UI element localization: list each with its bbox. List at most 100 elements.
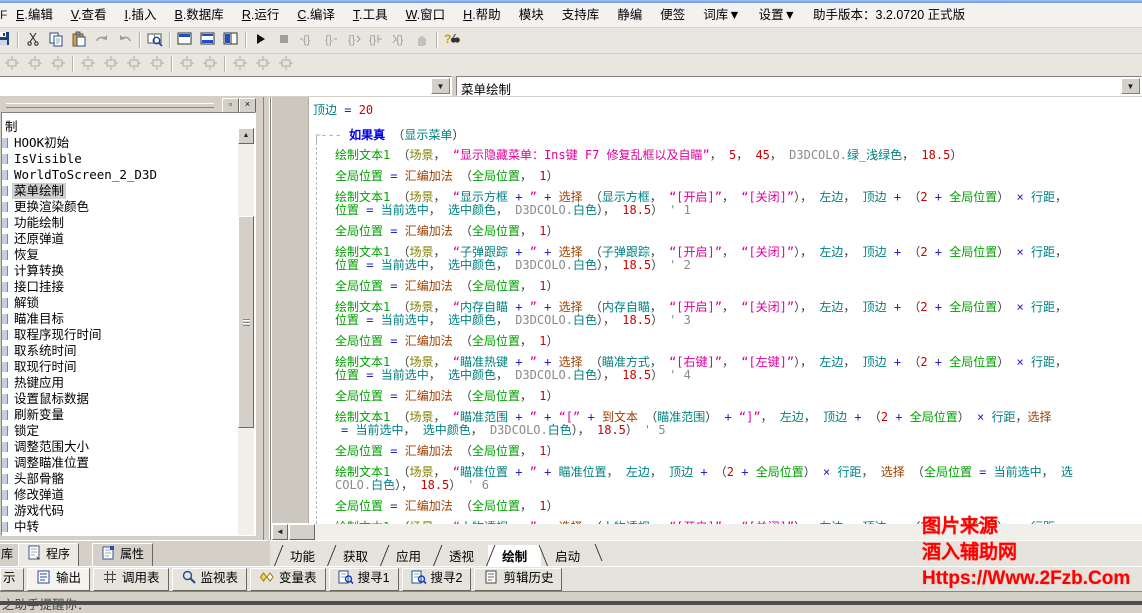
editor-tab-2[interactable]: 获取 [329, 545, 382, 567]
toolbar-button-step-over-icon[interactable]: {} [318, 30, 341, 52]
menu-item-9[interactable]: H.帮助 [454, 3, 510, 27]
editor-tab-3[interactable]: 应用 [382, 545, 435, 567]
toolbar-button-find-in-book-icon[interactable] [143, 30, 166, 52]
tree-item[interactable]: 取程序现行时间 [2, 327, 239, 343]
menu-item-12[interactable]: 静编 [608, 3, 651, 27]
tree-item[interactable]: 更换渲染颜色 [2, 199, 239, 215]
toolbar-button-layout-grid-icon[interactable] [219, 30, 242, 52]
tree-item[interactable]: 头部骨骼 [2, 471, 239, 487]
bottom-button-clipped[interactable]: 示 [0, 568, 24, 591]
tree-item[interactable]: 中转 [2, 519, 239, 535]
tree-scrollbar[interactable]: ▲ ▼ [238, 128, 254, 536]
menu-item-11[interactable]: 支持库 [553, 3, 609, 27]
bottom-button-5[interactable]: 搜寻1 [329, 568, 399, 591]
toolbar-button-equal-size-icon[interactable] [46, 54, 69, 76]
float-panel-button[interactable]: ▫ [222, 98, 239, 113]
toolbar-button-layout-bottom-icon[interactable] [196, 30, 219, 52]
tree-item[interactable]: 设置鼠标数据 [2, 391, 239, 407]
panel-header[interactable]: ▫ × [0, 97, 263, 111]
tree-item[interactable]: IsVisible [2, 151, 239, 167]
bottom-button-4[interactable]: 变量表 [250, 568, 326, 591]
toolbar-button-fit-height-icon[interactable] [251, 54, 274, 76]
menu-item-15[interactable]: 设置▼ [750, 3, 805, 27]
toolbar-button-copy-icon[interactable] [44, 30, 67, 52]
toolbar-button-cut-icon[interactable] [21, 30, 44, 52]
menu-item-10[interactable]: 模块 [510, 3, 553, 27]
toolbar-button-fit-width-icon[interactable] [228, 54, 251, 76]
editor-tab-1[interactable]: 功能 [276, 545, 329, 567]
toolbar-button-redo-icon[interactable] [90, 30, 113, 52]
combo-subroutine[interactable]: 菜单绘制 ▼ [456, 76, 1142, 96]
editor-tab-4[interactable]: 透视 [435, 545, 488, 567]
menu-item-1[interactable]: E.编辑 [7, 3, 62, 27]
tree-item[interactable]: 瞄准目标 [2, 311, 239, 327]
menu-item-3[interactable]: I.插入 [116, 3, 166, 27]
menu-item-6[interactable]: C.编译 [288, 3, 344, 27]
tree-item[interactable]: 取系统时间 [2, 343, 239, 359]
toolbar-button-run-icon[interactable] [249, 30, 272, 52]
tree-item[interactable]: 锁定 [2, 423, 239, 439]
tree-item[interactable]: 游戏代码 [2, 503, 239, 519]
tree-item[interactable]: 修改弹道 [2, 487, 239, 503]
bottom-button-1[interactable]: 输出 [27, 568, 90, 591]
tree-item[interactable]: WorldToScreen_2_D3D [2, 167, 239, 183]
menu-item-7[interactable]: T.工具 [344, 3, 397, 27]
tree-item[interactable]: 菜单绘制 [2, 183, 239, 199]
toolbar-button-help-search-icon[interactable]: ? [440, 30, 463, 52]
toolbar-button-align-left-icon[interactable] [76, 54, 99, 76]
tree-item[interactable]: 取现行时间 [2, 359, 239, 375]
hscrollbar-thumb[interactable] [289, 524, 315, 540]
menu-item-13[interactable]: 便签 [651, 3, 694, 27]
editor-tab-5[interactable]: 绘制 [488, 545, 541, 567]
code-editor[interactable]: 顶边 = 20┌--- 如果真 （显示菜单）绘制文本1 （场景， “显示隐藏菜单… [270, 97, 1142, 540]
tree-item[interactable]: 调整范围大小 [2, 439, 239, 455]
toolbar-button-paste-icon[interactable] [67, 30, 90, 52]
tree-item[interactable]: 解锁 [2, 295, 239, 311]
toolbar-button-pause-hand-icon[interactable] [410, 30, 433, 52]
tree-item[interactable]: 恢复 [2, 247, 239, 263]
toolbar-button-layout-top-icon[interactable] [173, 30, 196, 52]
combo-left[interactable]: ▼ [0, 76, 452, 96]
chevron-down-icon[interactable]: ▼ [1121, 78, 1140, 94]
tree-item[interactable]: 还原弹道 [2, 231, 239, 247]
toolbar-button-break-icon[interactable]: {} [387, 30, 410, 52]
tree-item[interactable]: 计算转换 [2, 263, 239, 279]
toolbar-button-step-out-icon[interactable]: {} [341, 30, 364, 52]
menu-item-4[interactable]: B.数据库 [165, 3, 232, 27]
tree-scrollbar-thumb[interactable] [238, 216, 254, 428]
toolbar-button-align-middle-icon[interactable] [145, 54, 168, 76]
bottom-button-2[interactable]: 调用表 [93, 568, 169, 591]
tree-item[interactable]: 热键应用 [2, 375, 239, 391]
menu-item-14[interactable]: 词库▼ [694, 3, 749, 27]
panel-tab-3[interactable]: 属性 [92, 543, 153, 567]
toolbar-button-equal-height-icon[interactable] [23, 54, 46, 76]
chevron-down-icon[interactable]: ▼ [431, 78, 450, 94]
menu-item-2[interactable]: V.查看 [62, 3, 116, 27]
tree-item[interactable]: HOOK初始 [2, 135, 239, 151]
menu-item-clipped[interactable]: F [0, 3, 7, 27]
scroll-up-icon[interactable]: ▲ [238, 128, 254, 144]
close-panel-button[interactable]: × [239, 98, 256, 113]
toolbar-button-space-vertical-icon[interactable] [198, 54, 221, 76]
tree-item[interactable]: 刷新变量 [2, 407, 239, 423]
editor-tab-6[interactable]: 启动 [541, 545, 594, 567]
toolbar-button-align-top-icon[interactable] [122, 54, 145, 76]
toolbar-button-space-horizontal-icon[interactable] [175, 54, 198, 76]
panel-tab-2[interactable]: 程序 [18, 543, 79, 567]
toolbar-button-equal-width-icon[interactable] [0, 54, 23, 76]
toolbar-button-save-icon[interactable] [0, 30, 14, 52]
bottom-button-3[interactable]: 监视表 [172, 568, 248, 591]
tree-item[interactable]: 接口挂接 [2, 279, 239, 295]
menu-item-5[interactable]: R.运行 [233, 3, 289, 27]
panel-splitter[interactable] [263, 97, 270, 540]
toolbar-button-fit-both-icon[interactable] [274, 54, 297, 76]
tree-item-partial[interactable]: 制 [2, 119, 239, 135]
scroll-left-icon[interactable]: ◄ [272, 524, 288, 540]
toolbar-button-align-center-icon[interactable] [99, 54, 122, 76]
tree-item[interactable]: 功能绘制 [2, 215, 239, 231]
panel-grip[interactable] [6, 103, 214, 108]
toolbar-button-step-into-icon[interactable]: {} [295, 30, 318, 52]
menu-item-8[interactable]: W.窗口 [397, 3, 455, 27]
bottom-button-6[interactable]: 搜寻2 [402, 568, 472, 591]
toolbar-button-stop-icon[interactable] [272, 30, 295, 52]
